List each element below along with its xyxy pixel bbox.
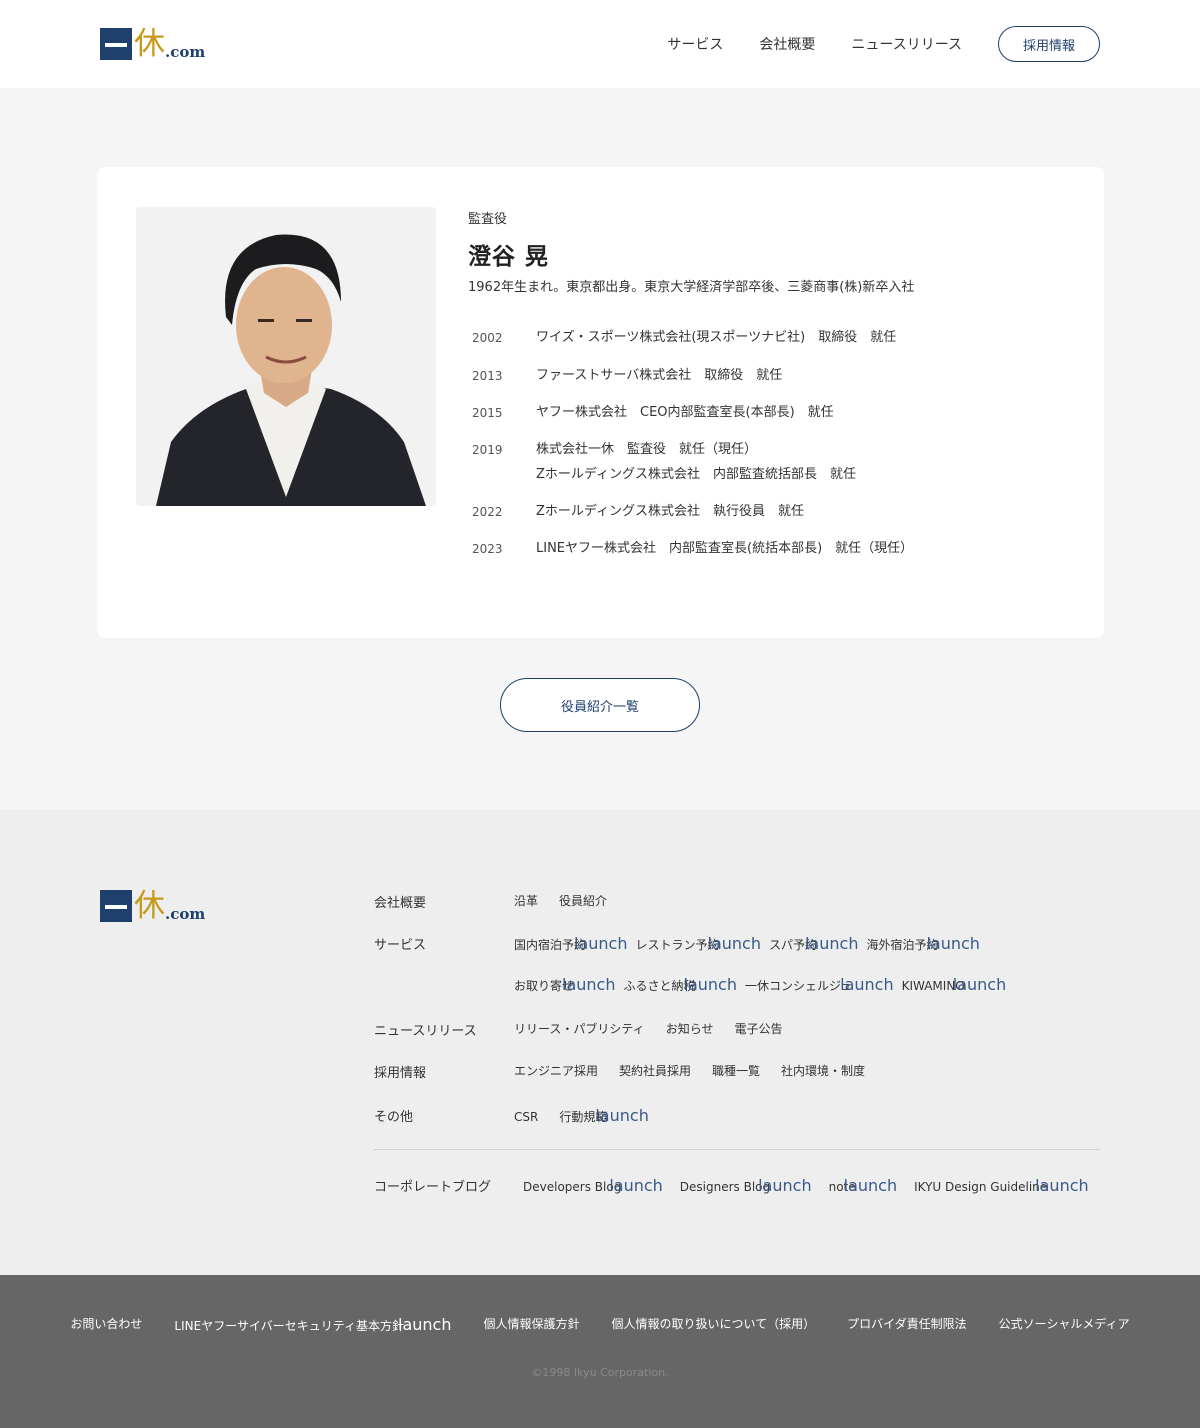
officer-name: 澄谷 晃: [468, 244, 550, 270]
footer-link-overseas-hotels[interactable]: 海外宿泊予約 launch: [866, 934, 979, 953]
history-desc: ワイズ・スポーツ株式会社(現スポーツナビ社) 取締役 就任: [536, 330, 897, 345]
footer-link-officers[interactable]: 役員紹介: [559, 892, 607, 909]
footer-link-note[interactable]: note launch: [829, 1176, 898, 1195]
site-header: 休 .com サービス 会社概要 ニュースリリース 採用情報: [0, 0, 1200, 88]
footer-link-contract[interactable]: 契約社員採用: [619, 1062, 691, 1079]
history-year: 2002: [472, 331, 503, 345]
footer-link-spa[interactable]: スパ予約 launch: [769, 934, 858, 953]
launch-icon: launch: [562, 975, 616, 994]
legal-links: お問い合わせ LINEヤフーサイバーセキュリティ基本方針 launch 個人情報保…: [0, 1315, 1200, 1334]
footer-link-notices[interactable]: お知らせ: [666, 1020, 714, 1037]
legal-link-security-policy[interactable]: LINEヤフーサイバーセキュリティ基本方針 launch: [174, 1315, 451, 1334]
history-year: 2015: [472, 406, 503, 420]
history-row: 2002 ワイズ・スポーツ株式会社(現スポーツナビ社) 取締役 就任: [468, 327, 896, 350]
history-desc: 株式会社一休 監査役 就任（現任） Zホールディングス株式会社 内部監査統括部長…: [536, 442, 856, 482]
footer-links-news: リリース・パブリシティ お知らせ 電子公告: [514, 1020, 803, 1037]
launch-icon: launch: [926, 934, 980, 953]
history-row: 2022 Zホールディングス株式会社 執行役員 就任: [468, 501, 804, 524]
officer-role: 監査役: [468, 212, 508, 227]
footer-link-public-notice[interactable]: 電子公告: [734, 1020, 782, 1037]
launch-icon: launch: [758, 1176, 812, 1195]
footer-heading-services: サービス: [374, 938, 427, 953]
footer-link-designers-blog[interactable]: Designers Blog launch: [680, 1176, 812, 1195]
history-year: 2019: [472, 443, 503, 457]
footer-links-company: 沿革 役員紹介: [514, 892, 628, 909]
launch-icon: launch: [840, 975, 894, 994]
history-desc: ファーストサーバ株式会社 取締役 就任: [536, 368, 783, 383]
history-row: 2015 ヤフー株式会社 CEO内部監査室長(本部長) 就任: [468, 402, 834, 425]
legal-link-contact[interactable]: お問い合わせ: [70, 1315, 142, 1334]
footer-link-release[interactable]: リリース・パブリシティ: [514, 1020, 645, 1037]
footer-link-domestic-hotels[interactable]: 国内宿泊予約 launch: [514, 934, 627, 953]
footer-links-blog: Developers Blog launch Designers Blog laun…: [523, 1176, 1089, 1195]
logo-suffix: .com: [165, 905, 206, 923]
history-desc: Zホールディングス株式会社 執行役員 就任: [536, 504, 804, 519]
footer-link-kiwamino[interactable]: KIWAMINO launch: [902, 975, 1007, 994]
officer-list-button[interactable]: 役員紹介一覧: [500, 678, 700, 732]
legal-link-provider-law[interactable]: プロバイダ責任制限法: [847, 1315, 967, 1334]
logo-mark: [100, 890, 132, 922]
launch-icon: launch: [683, 975, 737, 994]
history-desc: LINEヤフー株式会社 内部監査室長(統括本部長) 就任（現任）: [536, 541, 914, 556]
footer-links-other: CSR 行動規範 launch: [514, 1106, 670, 1125]
footer-link-concierge[interactable]: 一休コンシェルジュ launch: [745, 975, 894, 994]
history-desc: ヤフー株式会社 CEO内部監査室長(本部長) 就任: [536, 405, 834, 420]
logo-kanji: 休: [134, 26, 165, 62]
launch-icon: launch: [707, 934, 761, 953]
history-row: 2023 LINEヤフー株式会社 内部監査室長(統括本部長) 就任（現任）: [468, 538, 913, 561]
logo-kanji: 休: [134, 888, 165, 924]
legal-link-recruit-privacy[interactable]: 個人情報の取り扱いについて（採用）: [611, 1315, 815, 1334]
nav-news[interactable]: ニュースリリース: [851, 34, 962, 54]
footer-heading-company: 会社概要: [374, 896, 427, 911]
footer-link-history[interactable]: 沿革: [514, 892, 538, 909]
history-year: 2013: [472, 369, 503, 383]
main-nav: サービス 会社概要 ニュースリリース 採用情報: [667, 26, 1100, 62]
copyright: ©1998 Ikyu Corporation.: [531, 1366, 669, 1379]
footer-divider: [374, 1149, 1100, 1150]
site-logo[interactable]: 休 .com: [100, 28, 205, 60]
footer-heading-news: ニュースリリース: [374, 1024, 477, 1039]
footer-link-csr[interactable]: CSR: [514, 1110, 538, 1124]
legal-bar: お問い合わせ LINEヤフーサイバーセキュリティ基本方針 launch 個人情報保…: [0, 1275, 1200, 1428]
launch-icon: launch: [843, 1176, 898, 1195]
history-row: 2013 ファーストサーバ株式会社 取締役 就任: [468, 365, 782, 388]
footer-links-services-2: お取り寄せ launch ふるさと納税 launch 一休コンシェルジュ launch…: [514, 975, 1014, 994]
footer-link-environment[interactable]: 社内環境・制度: [781, 1062, 865, 1079]
history-row: 2019 株式会社一休 監査役 就任（現任） Zホールディングス株式会社 内部監…: [468, 439, 856, 487]
footer-heading-recruit: 採用情報: [374, 1066, 427, 1081]
launch-icon: launch: [804, 934, 859, 953]
footer-link-gourmet-delivery[interactable]: お取り寄せ launch: [514, 975, 615, 994]
footer-links-recruit: エンジニア採用 契約社員採用 職種一覧 社内環境・制度: [514, 1062, 886, 1079]
footer-logo[interactable]: 休 .com: [100, 890, 205, 922]
footer-heading-other: その他: [374, 1110, 414, 1125]
portrait-photo: [136, 207, 436, 506]
history-year: 2022: [472, 505, 503, 519]
footer-links-services: 国内宿泊予約 launch レストラン予約 launch スパ予約 launch 海外…: [514, 934, 988, 953]
logo-mark: [100, 28, 132, 60]
footer-link-restaurants[interactable]: レストラン予約 launch: [635, 934, 760, 953]
footer-link-design-guideline[interactable]: IKYU Design Guideline launch: [914, 1176, 1089, 1195]
recruit-button[interactable]: 採用情報: [998, 26, 1100, 62]
site-footer: 休 .com 会社概要 沿革 役員紹介 サービス 国内宿泊予約 launch レス…: [0, 810, 1200, 1275]
nav-services[interactable]: サービス: [667, 34, 723, 54]
footer-link-developers-blog[interactable]: Developers Blog launch: [523, 1176, 663, 1195]
launch-icon: launch: [574, 934, 628, 953]
legal-link-privacy[interactable]: 個人情報保護方針: [483, 1315, 579, 1334]
legal-link-social-media[interactable]: 公式ソーシャルメディア: [999, 1315, 1130, 1334]
launch-icon: launch: [595, 1106, 649, 1125]
footer-link-engineer[interactable]: エンジニア採用: [514, 1062, 598, 1079]
launch-icon: launch: [398, 1315, 452, 1334]
nav-company[interactable]: 会社概要: [759, 34, 815, 54]
officer-bio: 1962年生まれ。東京都出身。東京大学経済学部卒後、三菱商事(株)新卒入社: [468, 280, 915, 295]
launch-icon: launch: [1035, 1176, 1089, 1195]
officer-profile-card: 監査役 澄谷 晃 1962年生まれ。東京都出身。東京大学経済学部卒後、三菱商事(…: [97, 167, 1104, 638]
footer-link-furusato[interactable]: ふるさと納税 launch: [623, 975, 736, 994]
launch-icon: launch: [952, 975, 1007, 994]
logo-suffix: .com: [165, 43, 206, 61]
launch-icon: launch: [609, 1176, 663, 1195]
footer-link-job-list[interactable]: 職種一覧: [712, 1062, 760, 1079]
history-year: 2023: [472, 542, 503, 556]
footer-heading-blog: コーポレートブログ: [374, 1180, 492, 1195]
footer-link-code-of-conduct[interactable]: 行動規範 launch: [559, 1106, 648, 1125]
